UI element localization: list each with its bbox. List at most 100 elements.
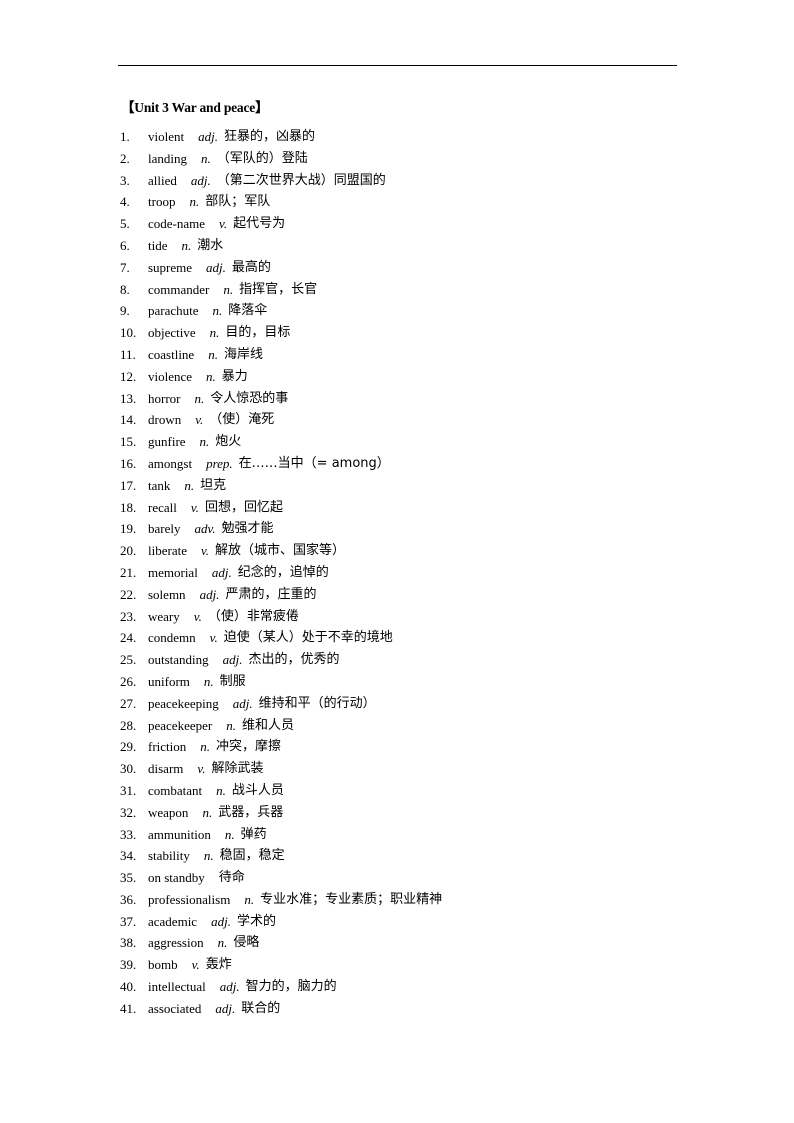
vocab-entry: 36. professionalism n. 专业水准；专业素质；职业精神 <box>120 889 442 911</box>
vocab-entry: 31. combatant n. 战斗人员 <box>120 780 442 802</box>
entry-part-of-speech: n. <box>200 739 211 755</box>
entry-word: landing <box>148 150 187 166</box>
entry-meaning: 稳固，稳定 <box>219 848 285 864</box>
entry-part-of-speech: adj. <box>206 259 226 275</box>
entry-word: stability <box>148 848 190 864</box>
entry-meaning: 纪念的，追悼的 <box>237 564 329 580</box>
entry-number: 17. <box>120 477 137 493</box>
vocab-entry: 14. drown v. （使）淹死 <box>120 409 442 431</box>
entry-word: violent <box>148 129 185 144</box>
entry-word: uniform <box>148 673 190 689</box>
entry-meaning: 制服 <box>219 673 246 689</box>
entry-word: aggression <box>148 935 204 951</box>
vocab-entry: 1. violent adj. 狂暴的，凶暴的 <box>120 126 442 148</box>
entry-part-of-speech: v. <box>197 761 206 777</box>
entry-meaning: 迫使（某人）处于不幸的境地 <box>223 630 393 646</box>
entry-number: 10. <box>120 325 137 341</box>
vocab-entry: 35. on standby 待命 <box>120 867 442 889</box>
entry-word: gunfire <box>148 434 186 450</box>
entry-word: peacekeeping <box>148 695 219 711</box>
entry-word: disarm <box>148 761 184 777</box>
entry-part-of-speech: adj. <box>219 979 240 995</box>
entry-number: 3. <box>120 172 130 188</box>
entry-part-of-speech: n. <box>223 281 234 297</box>
entry-meaning: 联合的 <box>241 1000 281 1016</box>
entry-part-of-speech: n. <box>208 346 218 362</box>
entry-part-of-speech: n. <box>206 368 216 384</box>
entry-number: 38. <box>120 935 137 951</box>
entry-part-of-speech: adj. <box>211 913 231 929</box>
entry-part-of-speech: adj. <box>199 586 220 602</box>
entry-number: 36. <box>120 891 137 907</box>
vocab-entry: 17. tank n. 坦克 <box>120 475 442 497</box>
entry-word: on standby <box>148 870 205 886</box>
vocab-entry: 39. bomb v. 轰炸 <box>120 954 442 976</box>
entry-part-of-speech: v. <box>190 499 199 515</box>
vocab-entry: 11. coastline n. 海岸线 <box>120 344 442 366</box>
vocab-entry: 10. objective n. 目的，目标 <box>120 322 442 344</box>
entry-part-of-speech: n. <box>244 891 255 907</box>
entry-word: coastline <box>148 346 195 362</box>
entry-part-of-speech: n. <box>217 935 228 951</box>
entry-word: bomb <box>148 957 178 973</box>
entry-meaning: 专业水准；专业素质；职业精神 <box>260 891 443 907</box>
entry-word: outstanding <box>148 652 209 668</box>
entry-number: 5. <box>120 216 130 232</box>
vocab-entry: 33. ammunition n. 弹药 <box>120 824 442 846</box>
entry-part-of-speech: v. <box>193 608 202 624</box>
entry-word: tide <box>148 237 168 253</box>
vocab-entry: 41. associated adj. 联合的 <box>120 998 442 1020</box>
entry-meaning: 目的，目标 <box>225 325 291 341</box>
entry-meaning: 战斗人员 <box>231 782 284 798</box>
vocab-entry: 20. liberate v. 解放（城市、国家等） <box>120 540 442 562</box>
entry-word: peacekeeper <box>148 717 213 733</box>
entry-part-of-speech: n. <box>189 194 200 210</box>
vocab-entry: 13. horror n. 令人惊恐的事 <box>120 388 442 410</box>
entry-number: 16. <box>120 455 137 471</box>
entry-word: associated <box>148 1000 202 1016</box>
entry-number: 28. <box>120 717 137 733</box>
entry-meaning: 解放（城市、国家等） <box>215 543 346 559</box>
entry-number: 14. <box>120 412 137 428</box>
entry-meaning: 令人惊恐的事 <box>210 390 289 406</box>
entry-meaning: 暴力 <box>221 368 248 384</box>
vocab-entry: 38. aggression n. 侵略 <box>120 932 442 954</box>
entry-part-of-speech: n. <box>199 434 210 450</box>
vocab-entry: 37. academic adj. 学术的 <box>120 911 442 933</box>
entry-number: 15. <box>120 434 137 450</box>
vocab-entry: 30. disarm v. 解除武装 <box>120 758 442 780</box>
entry-meaning: 严肃的，庄重的 <box>225 586 317 602</box>
entry-meaning: 部队；军队 <box>205 194 271 210</box>
entry-number: 12. <box>120 368 137 384</box>
vocab-entry: 23. weary v. （使）非常疲倦 <box>120 606 442 628</box>
entry-number: 25. <box>120 652 137 668</box>
header-rule <box>118 65 677 66</box>
entry-word: violence <box>148 368 193 384</box>
entry-part-of-speech: adj. <box>211 564 232 580</box>
entry-number: 39. <box>120 957 137 973</box>
entry-part-of-speech: n. <box>209 325 220 341</box>
vocab-entry: 9. parachute n. 降落伞 <box>120 300 442 322</box>
entry-word: amongst <box>148 455 193 471</box>
entry-word: commander <box>148 281 210 297</box>
vocab-entry: 28. peacekeeper n. 维和人员 <box>120 715 442 737</box>
entry-number: 24. <box>120 630 137 646</box>
vocab-entry: 29. friction n. 冲突，摩擦 <box>120 736 442 758</box>
entry-number: 11. <box>120 346 136 362</box>
entry-number: 33. <box>120 826 137 842</box>
entry-meaning: 侵略 <box>233 935 260 951</box>
vocab-entry: 12. violence n. 暴力 <box>120 366 442 388</box>
unit-title: 【Unit 3 War and peace】 <box>121 100 269 115</box>
entry-meaning: 海岸线 <box>223 346 263 362</box>
vocab-entry: 24. condemn v. 迫使（某人）处于不幸的境地 <box>120 627 442 649</box>
entry-number: 27. <box>120 695 137 711</box>
entry-part-of-speech: v. <box>195 412 204 428</box>
vocab-entry: 6. tide n. 潮水 <box>120 235 442 257</box>
entry-meaning: 维和人员 <box>241 717 294 733</box>
entry-number: 19. <box>120 521 137 537</box>
entry-number: 20. <box>120 543 137 559</box>
entry-word: condemn <box>148 630 196 646</box>
entry-number: 23. <box>120 608 137 624</box>
entry-meaning: 回想，回忆起 <box>204 499 283 515</box>
entry-meaning: 冲突，摩擦 <box>216 739 282 755</box>
